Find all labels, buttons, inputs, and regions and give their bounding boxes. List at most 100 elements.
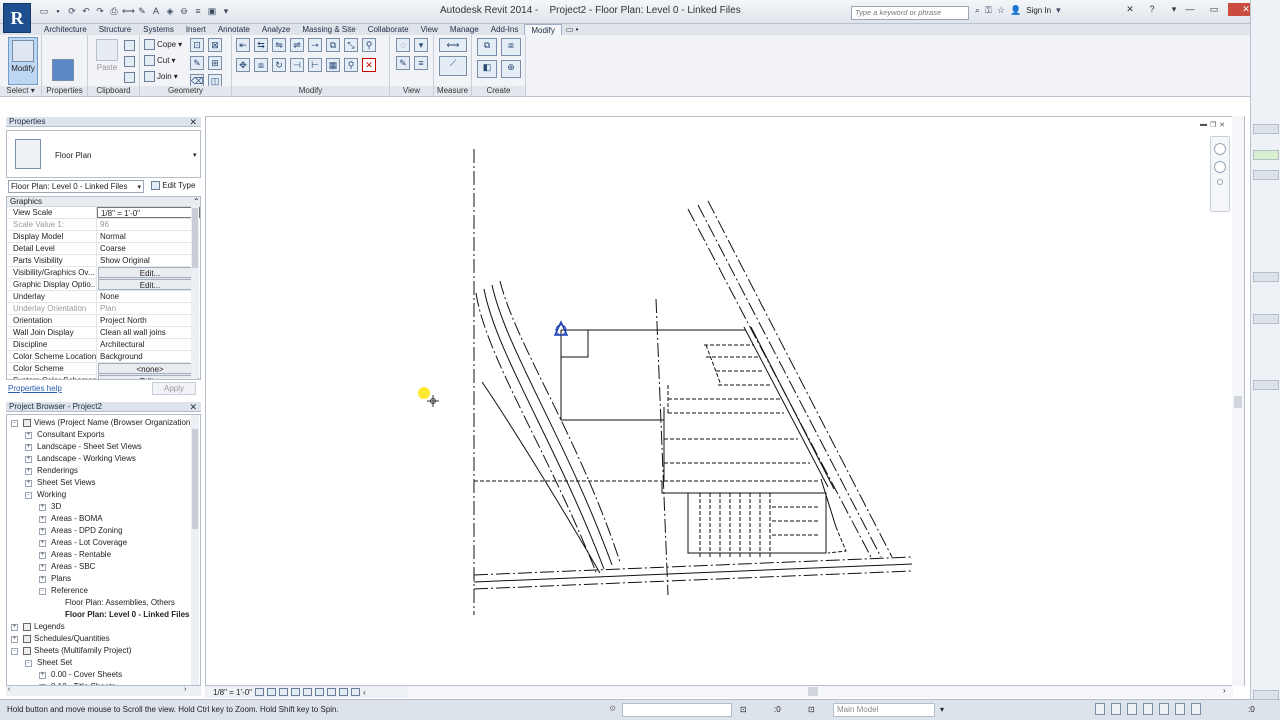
sign-in-dropdown-icon[interactable]: ▾ [1056, 5, 1061, 16]
save-icon[interactable]: ▪ [52, 5, 64, 17]
view-restore-icon[interactable]: ❐ [1210, 121, 1216, 129]
measure-icon[interactable]: ⟷ [122, 5, 135, 17]
filter-icon[interactable] [1191, 703, 1201, 715]
editing-requests-icon[interactable]: ⊡ [740, 705, 747, 714]
expand-icon[interactable]: + [39, 551, 46, 559]
demolish-icon[interactable]: ⊞ [208, 56, 222, 70]
pin-icon[interactable]: ⚲ [362, 38, 376, 52]
expand-icon[interactable]: + [11, 635, 18, 643]
expand-icon[interactable]: + [39, 563, 46, 571]
zoom-icon[interactable] [1214, 161, 1226, 173]
thin-lines-icon[interactable]: ≡ [192, 5, 204, 17]
switch-windows-icon[interactable]: ▾ [220, 5, 232, 17]
show-crop-icon[interactable] [315, 688, 325, 696]
model-dropdown-icon[interactable]: ▾ [940, 705, 944, 714]
canvas-hscroll-thumb[interactable] [808, 687, 818, 696]
steering-wheel-icon[interactable] [1214, 143, 1226, 155]
properties-close-icon[interactable]: ✕ [189, 117, 197, 127]
undo-icon[interactable]: ↶ [80, 5, 92, 17]
property-row[interactable]: Graphic Display Optio... Edit... [7, 279, 200, 291]
unpin-icon[interactable]: ⚲ [344, 58, 358, 72]
create-group-icon[interactable]: ◧ [477, 60, 497, 78]
property-row[interactable]: Discipline Architectural [7, 339, 200, 351]
create-similar-icon[interactable]: ⊕ [501, 60, 521, 78]
minimize-button[interactable]: — [1178, 3, 1202, 16]
browser-item[interactable]: + Landscape - Sheet Set Views [25, 441, 142, 453]
visual-style-icon[interactable] [267, 688, 277, 696]
browser-item[interactable]: - Working [25, 489, 66, 501]
sun-path-icon[interactable] [279, 688, 289, 696]
browser-item[interactable]: + Sheet Set Views [25, 477, 96, 489]
binoculars-icon[interactable]: ⌕ [975, 5, 980, 16]
search-input[interactable]: Type a keyword or phrase [851, 6, 969, 20]
expand-icon[interactable]: + [25, 455, 32, 463]
crop-view-icon[interactable] [303, 688, 313, 696]
tab-annotate[interactable]: Annotate [212, 24, 256, 35]
property-row[interactable]: Display Model Normal [7, 231, 200, 243]
tab-add-ins[interactable]: Add-Ins [485, 24, 525, 35]
properties-help-link[interactable]: Properties help [8, 384, 62, 393]
drag-elements-icon[interactable] [1175, 703, 1185, 715]
browser-item[interactable]: - Reference [39, 585, 88, 597]
property-value[interactable]: Clean all wall joins [97, 327, 200, 338]
properties-button[interactable] [48, 37, 78, 85]
tab-modify[interactable]: Modify [524, 24, 562, 35]
tab-insert[interactable]: Insert [180, 24, 212, 35]
property-value[interactable]: Edit... [98, 375, 199, 379]
browser-item[interactable]: + Areas - Rentable [39, 549, 111, 561]
create-parts-icon[interactable]: ⧈ [501, 38, 521, 56]
property-row[interactable]: Parts Visibility Show Original [7, 255, 200, 267]
expand-icon[interactable]: + [39, 527, 46, 535]
align-icon[interactable]: ⇤ [236, 38, 250, 52]
sign-in-link[interactable]: Sign In [1026, 6, 1051, 15]
array-icon[interactable]: ▦ [326, 58, 340, 72]
property-row[interactable]: Detail Level Coarse [7, 243, 200, 255]
properties-scroll-thumb[interactable] [192, 208, 198, 268]
view-bar-scroll-left-icon[interactable]: ‹ [363, 688, 366, 697]
browser-item[interactable]: - Sheet Set [25, 657, 72, 669]
canvas-vscroll-thumb[interactable] [1234, 396, 1242, 408]
browser-hscrollbar[interactable]: ‹ › [6, 686, 201, 696]
nav-options-icon[interactable] [1217, 179, 1223, 185]
property-value[interactable]: Edit... [98, 279, 199, 290]
scale-icon[interactable]: ⤡ [344, 38, 358, 52]
tab-structure[interactable]: Structure [93, 24, 137, 35]
expand-icon[interactable]: + [39, 503, 46, 511]
collapse-icon[interactable]: - [11, 647, 18, 655]
view-scale[interactable]: 1/8" = 1'-0" [213, 688, 252, 697]
browser-item[interactable]: + Renderings [25, 465, 78, 477]
create-assembly-icon[interactable]: ⧉ [477, 38, 497, 56]
linework-icon[interactable]: ≡ [414, 56, 428, 70]
match-properties-button[interactable] [124, 71, 135, 83]
expand-icon[interactable]: + [25, 443, 32, 451]
property-value[interactable]: Coarse [97, 243, 200, 254]
application-menu-button[interactable]: R [3, 3, 31, 33]
browser-item[interactable]: - Views (Project Name (Browser Organizati… [11, 417, 196, 429]
browser-item[interactable]: +3D [39, 501, 61, 513]
property-row[interactable]: Color Scheme <none> [7, 363, 200, 375]
property-row[interactable]: Scale Value 1: 96 [7, 219, 200, 231]
design-options-icon[interactable]: ⊡ [808, 705, 815, 714]
hide-icon[interactable]: ◌ [396, 38, 410, 52]
design-option-select[interactable]: Main Model [833, 703, 935, 717]
tab-systems[interactable]: Systems [137, 24, 180, 35]
property-row[interactable]: Orientation Project North [7, 315, 200, 327]
property-value[interactable]: Architectural [97, 339, 200, 350]
tab-view[interactable]: View [415, 24, 444, 35]
properties-scrollbar[interactable] [191, 206, 199, 378]
browser-item[interactable]: + Areas - DPD Zoning [39, 525, 123, 537]
property-value[interactable]: None [97, 291, 200, 302]
scroll-right-icon[interactable]: › [184, 686, 186, 693]
property-value[interactable]: Normal [97, 231, 200, 242]
worksets-icon[interactable]: ⚙ [606, 703, 618, 717]
browser-item[interactable]: - Sheets (Multifamily Project) [11, 645, 131, 657]
split-gap-icon[interactable]: ⊢ [308, 58, 322, 72]
property-row[interactable]: Underlay Orientation Plan [7, 303, 200, 315]
redo-icon[interactable]: ↷ [94, 5, 106, 17]
split-icon[interactable]: ⊸ [308, 38, 322, 52]
expand-icon[interactable]: + [39, 539, 46, 547]
close-hidden-icon[interactable]: ▣ [206, 5, 218, 17]
join-button[interactable]: Join ▾ [144, 70, 178, 82]
property-value[interactable]: Background [97, 351, 200, 362]
browser-item[interactable]: + Areas - BOMA [39, 513, 103, 525]
